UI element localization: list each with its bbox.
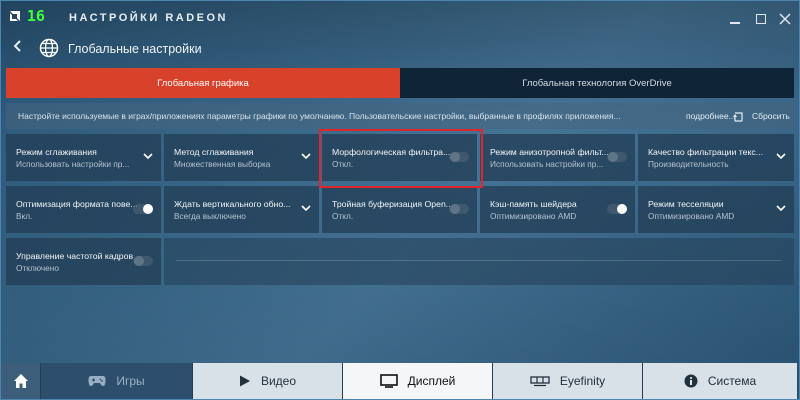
setting-label: Режим сглаживания xyxy=(16,147,97,157)
setting-label: Кэш-память шейдера xyxy=(490,199,577,209)
setting-vertical-sync[interactable]: Ждать вертикального обно... Всегда выклю… xyxy=(164,186,319,233)
version-badge: 16 xyxy=(26,7,45,25)
annotation-highlight-box xyxy=(319,129,483,188)
tab-global-overdrive[interactable]: Глобальная технология OverDrive xyxy=(400,68,794,98)
setting-value: Оптимизировано AMD xyxy=(490,211,577,221)
amd-logo-mark xyxy=(9,8,25,24)
maximize-icon xyxy=(756,14,766,24)
setting-value: Вкл. xyxy=(16,211,33,221)
amd-logo: 16 xyxy=(9,7,45,25)
more-link[interactable]: подробнее... xyxy=(686,111,736,121)
eyefinity-icon xyxy=(530,375,550,387)
home-button[interactable] xyxy=(1,363,41,399)
toggle-switch[interactable] xyxy=(133,204,153,214)
chevron-down-icon[interactable] xyxy=(776,151,786,161)
nav-label: Система xyxy=(707,374,757,388)
play-icon xyxy=(239,375,251,387)
nav-video[interactable]: Видео xyxy=(193,363,343,399)
toggle-knob xyxy=(134,256,144,266)
toggle-knob xyxy=(608,152,618,162)
monitor-icon xyxy=(379,374,398,388)
setting-value: Всегда выключено xyxy=(174,211,246,221)
gamepad-icon xyxy=(88,375,106,387)
setting-label: Режим тесселяции xyxy=(648,199,724,209)
minimize-icon xyxy=(730,22,740,24)
setting-value: Откл. xyxy=(332,211,354,221)
chevron-down-icon[interactable] xyxy=(143,151,153,161)
setting-surface-format-optimization[interactable]: Оптимизация формата пове... Вкл. xyxy=(6,186,161,233)
description-bar: Настройте используемые в играх/приложени… xyxy=(6,103,794,129)
tab-bar: Глобальная графика Глобальная технология… xyxy=(6,68,794,98)
setting-value: Отключено xyxy=(16,263,59,273)
bottom-nav: Игры Видео Дисплей Eyefinity Система xyxy=(1,363,799,399)
setting-tessellation-mode[interactable]: Режим тесселяции Оптимизировано AMD xyxy=(638,186,794,233)
toggle-knob xyxy=(143,204,153,214)
toggle-switch[interactable] xyxy=(607,204,627,214)
globe-icon xyxy=(39,38,59,58)
nav-games[interactable]: Игры xyxy=(41,363,193,399)
info-icon xyxy=(684,374,698,388)
setting-anisotropic-filtering[interactable]: Режим анизотропной фильт... Использовать… xyxy=(480,134,635,181)
chevron-down-icon[interactable] xyxy=(301,151,311,161)
setting-value: Использовать настройки пр... xyxy=(16,159,130,169)
nav-display[interactable]: Дисплей xyxy=(343,363,493,399)
home-icon xyxy=(13,374,28,388)
setting-antialiasing-mode[interactable]: Режим сглаживания Использовать настройки… xyxy=(6,134,161,181)
minimize-button[interactable] xyxy=(725,9,745,29)
toggle-knob xyxy=(617,204,627,214)
chevron-down-icon[interactable] xyxy=(301,203,311,213)
chevron-down-icon[interactable] xyxy=(776,203,786,213)
setting-value: Производительность xyxy=(648,159,729,169)
setting-label: Качество фильтрации текс... xyxy=(648,147,763,157)
setting-antialiasing-method[interactable]: Метод сглаживания Множественная выборка xyxy=(164,134,319,181)
setting-value: Оптимизировано AMD xyxy=(648,211,735,221)
setting-label: Тройная буферизация Open... xyxy=(332,199,454,209)
frame-rate-slider-panel xyxy=(164,238,794,285)
page-header: Глобальные настройки xyxy=(1,37,799,61)
setting-label: Управление частотой кадров xyxy=(16,251,134,261)
reset-icon[interactable] xyxy=(733,110,744,122)
back-button[interactable] xyxy=(13,39,23,58)
tab-global-graphics[interactable]: Глобальная графика xyxy=(6,68,400,98)
setting-shader-cache[interactable]: Кэш-память шейдера Оптимизировано AMD xyxy=(480,186,635,233)
page-title: Глобальные настройки xyxy=(68,42,202,56)
reset-button[interactable]: Сбросить xyxy=(752,111,790,121)
nav-label: Видео xyxy=(260,374,297,388)
nav-system[interactable]: Система xyxy=(643,363,797,399)
title-bar: 16 НАСТРОЙКИ RADEON xyxy=(1,1,799,37)
description-text: Настройте используемые в играх/приложени… xyxy=(18,111,621,121)
setting-value: Множественная выборка xyxy=(174,159,271,169)
nav-label: Дисплей xyxy=(407,374,456,388)
app-title: НАСТРОЙКИ RADEON xyxy=(69,12,229,24)
close-button[interactable] xyxy=(775,9,795,29)
setting-label: Режим анизотропной фильт... xyxy=(490,147,609,157)
toggle-switch[interactable] xyxy=(607,152,627,162)
setting-label: Оптимизация формата пове... xyxy=(16,199,138,209)
setting-texture-filtering-quality[interactable]: Качество фильтрации текс... Производител… xyxy=(638,134,794,181)
frame-rate-slider-track xyxy=(176,260,781,261)
setting-value: Использовать настройки пр... xyxy=(490,159,604,169)
nav-eyefinity[interactable]: Eyefinity xyxy=(493,363,643,399)
setting-label: Ждать вертикального обно... xyxy=(174,199,291,209)
nav-label: Eyefinity xyxy=(559,374,606,388)
nav-label: Игры xyxy=(116,374,145,388)
chevron-left-icon xyxy=(13,40,21,52)
close-icon xyxy=(779,13,791,25)
setting-label: Метод сглаживания xyxy=(174,147,254,157)
setting-frame-rate-control[interactable]: Управление частотой кадров Отключено xyxy=(6,238,161,285)
toggle-knob xyxy=(450,204,460,214)
toggle-switch[interactable] xyxy=(449,204,469,214)
maximize-button[interactable] xyxy=(751,9,771,29)
radeon-settings-window: 16 НАСТРОЙКИ RADEON Глобальные настройки… xyxy=(0,0,800,400)
setting-triple-buffering[interactable]: Тройная буферизация Open... Откл. xyxy=(322,186,477,233)
toggle-switch[interactable] xyxy=(133,256,153,266)
